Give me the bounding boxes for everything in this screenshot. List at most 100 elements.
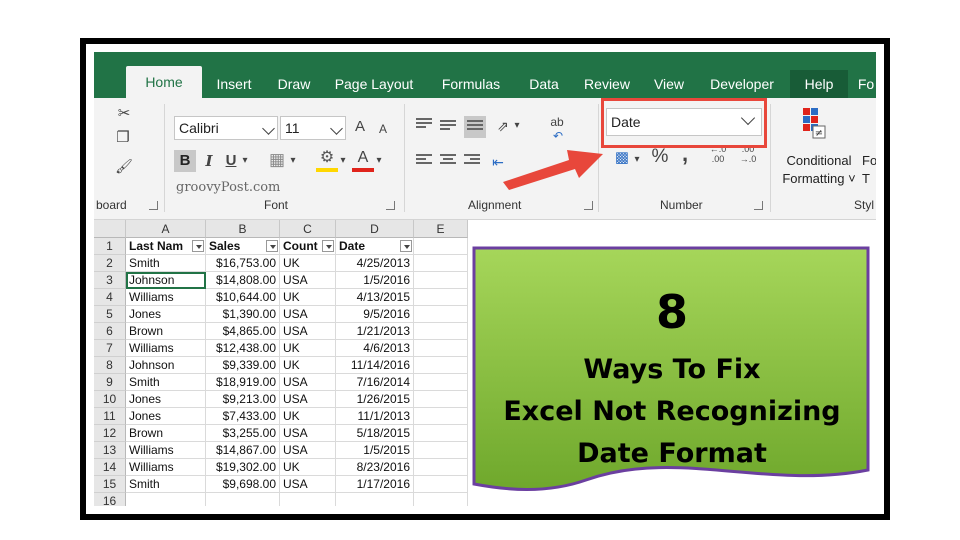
- format-as-table-button[interactable]: Fo T: [862, 152, 876, 188]
- table-cell[interactable]: UK: [280, 255, 336, 272]
- table-cell[interactable]: Williams: [126, 340, 206, 357]
- table-cell[interactable]: 9/5/2016: [336, 306, 414, 323]
- copy-icon[interactable]: ❐: [112, 128, 134, 148]
- table-cell[interactable]: 11/1/2013: [336, 408, 414, 425]
- table-cell[interactable]: 1/21/2013: [336, 323, 414, 340]
- bold-button[interactable]: B: [174, 150, 196, 172]
- align-top-icon[interactable]: [416, 118, 432, 132]
- fill-color-icon[interactable]: ⚙: [316, 148, 338, 172]
- font-size-dropdown[interactable]: 11: [280, 116, 346, 140]
- table-cell[interactable]: 4/6/2013: [336, 340, 414, 357]
- empty-cell[interactable]: [414, 340, 468, 357]
- tab-insert[interactable]: Insert: [202, 70, 266, 98]
- filter-dropdown-icon[interactable]: [400, 240, 412, 252]
- table-cell[interactable]: USA: [280, 425, 336, 442]
- table-cell[interactable]: 1/17/2016: [336, 476, 414, 493]
- table-cell[interactable]: UK: [280, 289, 336, 306]
- empty-cell[interactable]: [414, 493, 468, 506]
- empty-cell[interactable]: [414, 408, 468, 425]
- empty-cell[interactable]: [414, 306, 468, 323]
- table-cell[interactable]: $1,390.00: [206, 306, 280, 323]
- select-all-corner[interactable]: [94, 220, 126, 238]
- tab-developer[interactable]: Developer: [696, 70, 788, 98]
- chevron-down-icon[interactable]: ▾: [338, 151, 348, 171]
- empty-cell[interactable]: [414, 391, 468, 408]
- table-cell[interactable]: $3,255.00: [206, 425, 280, 442]
- row-header[interactable]: 8: [94, 357, 126, 374]
- font-launcher-icon[interactable]: [386, 201, 395, 210]
- filter-dropdown-icon[interactable]: [322, 240, 334, 252]
- table-cell[interactable]: 1/26/2015: [336, 391, 414, 408]
- table-cell[interactable]: 7/16/2014: [336, 374, 414, 391]
- empty-cell[interactable]: [280, 493, 336, 506]
- table-cell[interactable]: 4/13/2015: [336, 289, 414, 306]
- table-cell[interactable]: Smith: [126, 374, 206, 391]
- chevron-down-icon[interactable]: ▾: [632, 150, 642, 170]
- tab-draw[interactable]: Draw: [266, 70, 322, 98]
- table-cell[interactable]: $16,753.00: [206, 255, 280, 272]
- header-cell[interactable]: Count: [280, 238, 336, 255]
- chevron-down-icon[interactable]: ▾: [512, 116, 522, 136]
- number-launcher-icon[interactable]: [754, 201, 763, 210]
- filter-dropdown-icon[interactable]: [192, 240, 204, 252]
- table-cell[interactable]: Smith: [126, 255, 206, 272]
- row-header[interactable]: 14: [94, 459, 126, 476]
- row-header[interactable]: 1: [94, 238, 126, 255]
- table-cell[interactable]: $9,213.00: [206, 391, 280, 408]
- table-cell[interactable]: USA: [280, 272, 336, 289]
- table-cell[interactable]: Johnson: [126, 272, 206, 289]
- row-header[interactable]: 11: [94, 408, 126, 425]
- table-cell[interactable]: USA: [280, 306, 336, 323]
- table-cell[interactable]: Jones: [126, 306, 206, 323]
- table-cell[interactable]: $9,698.00: [206, 476, 280, 493]
- align-middle-icon[interactable]: [440, 120, 456, 134]
- align-bottom-icon[interactable]: [464, 116, 486, 138]
- header-cell[interactable]: Last Nam: [126, 238, 206, 255]
- row-header[interactable]: 16: [94, 493, 126, 506]
- tab-data[interactable]: Data: [516, 70, 572, 98]
- conditional-formatting-button[interactable]: Conditional Formatting ˅: [778, 152, 860, 188]
- chevron-down-icon[interactable]: ▾: [288, 151, 298, 171]
- shrink-font-button[interactable]: A: [376, 119, 390, 139]
- table-cell[interactable]: $4,865.00: [206, 323, 280, 340]
- borders-icon[interactable]: ▦: [266, 150, 288, 170]
- table-cell[interactable]: $14,867.00: [206, 442, 280, 459]
- table-cell[interactable]: UK: [280, 357, 336, 374]
- table-cell[interactable]: USA: [280, 374, 336, 391]
- table-cell[interactable]: UK: [280, 459, 336, 476]
- grow-font-button[interactable]: A: [352, 117, 368, 137]
- chevron-down-icon[interactable]: ▾: [240, 151, 250, 171]
- column-header-b[interactable]: B: [206, 220, 280, 238]
- empty-cell[interactable]: [414, 357, 468, 374]
- column-header-c[interactable]: C: [280, 220, 336, 238]
- table-cell[interactable]: Williams: [126, 459, 206, 476]
- table-cell[interactable]: Jones: [126, 408, 206, 425]
- font-color-button[interactable]: A: [352, 148, 374, 172]
- conditional-formatting-icon[interactable]: ≠: [800, 106, 828, 140]
- tab-page-layout[interactable]: Page Layout: [322, 70, 426, 98]
- table-cell[interactable]: Williams: [126, 289, 206, 306]
- row-header[interactable]: 7: [94, 340, 126, 357]
- empty-cell[interactable]: [414, 374, 468, 391]
- header-cell[interactable]: Sales: [206, 238, 280, 255]
- filter-dropdown-icon[interactable]: [266, 240, 278, 252]
- table-cell[interactable]: Brown: [126, 323, 206, 340]
- row-header[interactable]: 6: [94, 323, 126, 340]
- table-cell[interactable]: 5/18/2015: [336, 425, 414, 442]
- format-painter-icon[interactable]: 🖌: [114, 156, 134, 176]
- table-cell[interactable]: USA: [280, 323, 336, 340]
- empty-cell[interactable]: [414, 442, 468, 459]
- table-cell[interactable]: $10,644.00: [206, 289, 280, 306]
- font-name-dropdown[interactable]: Calibri: [174, 116, 278, 140]
- tab-fo[interactable]: Fo: [854, 70, 876, 98]
- underline-button[interactable]: U: [222, 151, 240, 171]
- table-cell[interactable]: $14,808.00: [206, 272, 280, 289]
- table-cell[interactable]: $12,438.00: [206, 340, 280, 357]
- tab-formulas[interactable]: Formulas: [426, 70, 516, 98]
- accounting-format-icon[interactable]: ▩: [610, 148, 634, 168]
- table-cell[interactable]: Brown: [126, 425, 206, 442]
- column-header-a[interactable]: A: [126, 220, 206, 238]
- row-header[interactable]: 4: [94, 289, 126, 306]
- table-cell[interactable]: UK: [280, 408, 336, 425]
- tab-view[interactable]: View: [642, 70, 696, 98]
